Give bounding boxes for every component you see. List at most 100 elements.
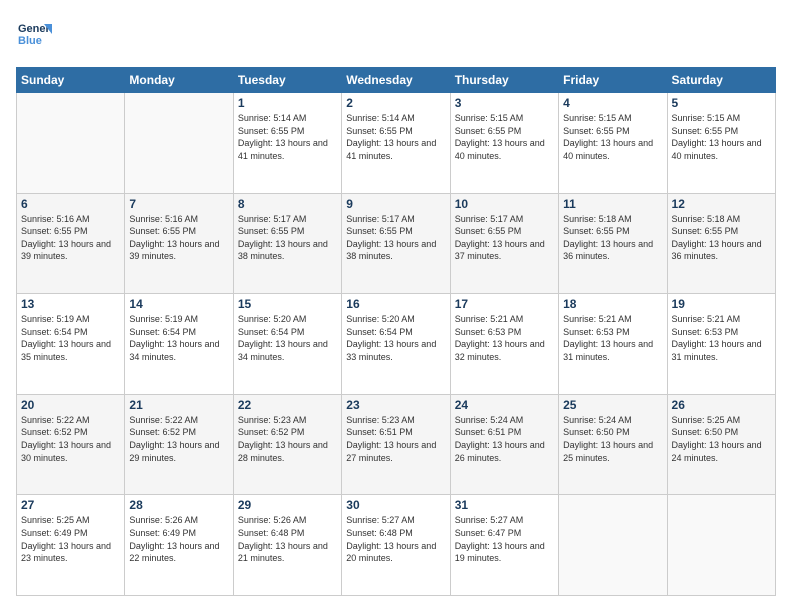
calendar-cell: 2Sunrise: 5:14 AMSunset: 6:55 PMDaylight…: [342, 93, 450, 194]
calendar-cell: 30 Sunrise: 5:27 AMSunset: 6:48 PMDayligh…: [342, 495, 450, 596]
day-number: 16: [346, 297, 445, 311]
day-info: Sunrise: 5:15 AMSunset: 6:55 PMDaylight:…: [455, 112, 554, 162]
day-info: Sunrise: 5:21 AMSunset: 6:53 PMDaylight:…: [455, 313, 554, 363]
day-number: 4: [563, 96, 662, 110]
calendar-cell: 26 Sunrise: 5:25 AMSunset: 6:50 PMDayligh…: [667, 394, 775, 495]
day-info: Sunrise: 5:22 AMSunset: 6:52 PMDaylight:…: [129, 414, 228, 464]
calendar-header-saturday: Saturday: [667, 68, 775, 93]
calendar-cell: 15 Sunrise: 5:20 AMSunset: 6:54 PMDayligh…: [233, 294, 341, 395]
day-info: Sunrise: 5:25 AMSunset: 6:49 PMDaylight:…: [21, 514, 120, 564]
day-number: 24: [455, 398, 554, 412]
day-number: 30: [346, 498, 445, 512]
day-info: Sunrise: 5:21 AMSunset: 6:53 PMDaylight:…: [672, 313, 771, 363]
day-number: 12: [672, 197, 771, 211]
day-info: Sunrise: 5:26 AMSunset: 6:49 PMDaylight:…: [129, 514, 228, 564]
calendar-header-tuesday: Tuesday: [233, 68, 341, 93]
day-info: Sunrise: 5:19 AMSunset: 6:54 PMDaylight:…: [21, 313, 120, 363]
day-number: 26: [672, 398, 771, 412]
day-info: Sunrise: 5:14 AMSunset: 6:55 PMDaylight:…: [238, 112, 337, 162]
day-number: 15: [238, 297, 337, 311]
day-info: Sunrise: 5:20 AMSunset: 6:54 PMDaylight:…: [238, 313, 337, 363]
day-number: 11: [563, 197, 662, 211]
calendar-cell: 25 Sunrise: 5:24 AMSunset: 6:50 PMDayligh…: [559, 394, 667, 495]
day-number: 20: [21, 398, 120, 412]
calendar-week-2: 6 Sunrise: 5:16 AMSunset: 6:55 PMDaylight…: [17, 193, 776, 294]
day-number: 25: [563, 398, 662, 412]
day-number: 23: [346, 398, 445, 412]
day-info: Sunrise: 5:20 AMSunset: 6:54 PMDaylight:…: [346, 313, 445, 363]
day-info: Sunrise: 5:24 AMSunset: 6:50 PMDaylight:…: [563, 414, 662, 464]
calendar-cell: 12 Sunrise: 5:18 AMSunset: 6:55 PMDayligh…: [667, 193, 775, 294]
calendar-cell: 9Sunrise: 5:17 AMSunset: 6:55 PMDaylight…: [342, 193, 450, 294]
calendar-cell: 3 Sunrise: 5:15 AMSunset: 6:55 PMDaylight…: [450, 93, 558, 194]
calendar-cell: 7 Sunrise: 5:16 AMSunset: 6:55 PMDaylight…: [125, 193, 233, 294]
calendar-week-1: 1Sunrise: 5:14 AMSunset: 6:55 PMDaylight…: [17, 93, 776, 194]
calendar-cell: 6 Sunrise: 5:16 AMSunset: 6:55 PMDaylight…: [17, 193, 125, 294]
calendar-cell: 13 Sunrise: 5:19 AMSunset: 6:54 PMDayligh…: [17, 294, 125, 395]
calendar-cell: [17, 93, 125, 194]
day-info: Sunrise: 5:15 AMSunset: 6:55 PMDaylight:…: [672, 112, 771, 162]
calendar-cell: 24 Sunrise: 5:24 AMSunset: 6:51 PMDayligh…: [450, 394, 558, 495]
day-number: 6: [21, 197, 120, 211]
calendar-cell: 18Sunrise: 5:21 AMSunset: 6:53 PMDayligh…: [559, 294, 667, 395]
day-number: 17: [455, 297, 554, 311]
calendar-cell: 1Sunrise: 5:14 AMSunset: 6:55 PMDaylight…: [233, 93, 341, 194]
day-info: Sunrise: 5:18 AMSunset: 6:55 PMDaylight:…: [672, 213, 771, 263]
day-info: Sunrise: 5:14 AMSunset: 6:55 PMDaylight:…: [346, 112, 445, 162]
day-number: 10: [455, 197, 554, 211]
day-number: 5: [672, 96, 771, 110]
page: General Blue SundayMondayTuesdayWednesda…: [0, 0, 792, 612]
calendar-cell: 29 Sunrise: 5:26 AMSunset: 6:48 PMDayligh…: [233, 495, 341, 596]
day-info: Sunrise: 5:18 AMSunset: 6:55 PMDaylight:…: [563, 213, 662, 263]
calendar-cell: [125, 93, 233, 194]
day-info: Sunrise: 5:23 AMSunset: 6:51 PMDaylight:…: [346, 414, 445, 464]
calendar-cell: 4Sunrise: 5:15 AMSunset: 6:55 PMDaylight…: [559, 93, 667, 194]
calendar-cell: 17 Sunrise: 5:21 AMSunset: 6:53 PMDayligh…: [450, 294, 558, 395]
day-number: 31: [455, 498, 554, 512]
calendar-cell: 16 Sunrise: 5:20 AMSunset: 6:54 PMDayligh…: [342, 294, 450, 395]
day-info: Sunrise: 5:23 AMSunset: 6:52 PMDaylight:…: [238, 414, 337, 464]
calendar-header-monday: Monday: [125, 68, 233, 93]
day-number: 3: [455, 96, 554, 110]
calendar-header-wednesday: Wednesday: [342, 68, 450, 93]
svg-text:Blue: Blue: [18, 35, 42, 47]
calendar-cell: 10 Sunrise: 5:17 AMSunset: 6:55 PMDayligh…: [450, 193, 558, 294]
day-number: 22: [238, 398, 337, 412]
calendar-header-row: SundayMondayTuesdayWednesdayThursdayFrid…: [17, 68, 776, 93]
day-number: 29: [238, 498, 337, 512]
calendar-cell: 21 Sunrise: 5:22 AMSunset: 6:52 PMDayligh…: [125, 394, 233, 495]
calendar-cell: 14Sunrise: 5:19 AMSunset: 6:54 PMDayligh…: [125, 294, 233, 395]
calendar-table: SundayMondayTuesdayWednesdayThursdayFrid…: [16, 67, 776, 596]
calendar-cell: 23 Sunrise: 5:23 AMSunset: 6:51 PMDayligh…: [342, 394, 450, 495]
calendar-cell: [559, 495, 667, 596]
calendar-cell: 5 Sunrise: 5:15 AMSunset: 6:55 PMDaylight…: [667, 93, 775, 194]
calendar-cell: 31 Sunrise: 5:27 AMSunset: 6:47 PMDayligh…: [450, 495, 558, 596]
logo: General Blue: [16, 16, 52, 57]
day-number: 19: [672, 297, 771, 311]
day-number: 13: [21, 297, 120, 311]
calendar-cell: 28Sunrise: 5:26 AMSunset: 6:49 PMDayligh…: [125, 495, 233, 596]
calendar-week-3: 13 Sunrise: 5:19 AMSunset: 6:54 PMDayligh…: [17, 294, 776, 395]
logo-icon: General Blue: [16, 16, 52, 52]
day-info: Sunrise: 5:22 AMSunset: 6:52 PMDaylight:…: [21, 414, 120, 464]
calendar-cell: [667, 495, 775, 596]
calendar-cell: 27 Sunrise: 5:25 AMSunset: 6:49 PMDayligh…: [17, 495, 125, 596]
day-info: Sunrise: 5:27 AMSunset: 6:47 PMDaylight:…: [455, 514, 554, 564]
day-number: 27: [21, 498, 120, 512]
day-number: 7: [129, 197, 228, 211]
day-info: Sunrise: 5:27 AMSunset: 6:48 PMDaylight:…: [346, 514, 445, 564]
day-info: Sunrise: 5:16 AMSunset: 6:55 PMDaylight:…: [21, 213, 120, 263]
day-info: Sunrise: 5:24 AMSunset: 6:51 PMDaylight:…: [455, 414, 554, 464]
day-info: Sunrise: 5:26 AMSunset: 6:48 PMDaylight:…: [238, 514, 337, 564]
calendar-header-sunday: Sunday: [17, 68, 125, 93]
day-info: Sunrise: 5:17 AMSunset: 6:55 PMDaylight:…: [455, 213, 554, 263]
calendar-cell: 19 Sunrise: 5:21 AMSunset: 6:53 PMDayligh…: [667, 294, 775, 395]
day-number: 14: [129, 297, 228, 311]
day-info: Sunrise: 5:16 AMSunset: 6:55 PMDaylight:…: [129, 213, 228, 263]
day-number: 21: [129, 398, 228, 412]
calendar-week-4: 20 Sunrise: 5:22 AMSunset: 6:52 PMDayligh…: [17, 394, 776, 495]
day-info: Sunrise: 5:17 AMSunset: 6:55 PMDaylight:…: [238, 213, 337, 263]
header: General Blue: [16, 16, 776, 57]
day-info: Sunrise: 5:25 AMSunset: 6:50 PMDaylight:…: [672, 414, 771, 464]
calendar-cell: 22 Sunrise: 5:23 AMSunset: 6:52 PMDayligh…: [233, 394, 341, 495]
